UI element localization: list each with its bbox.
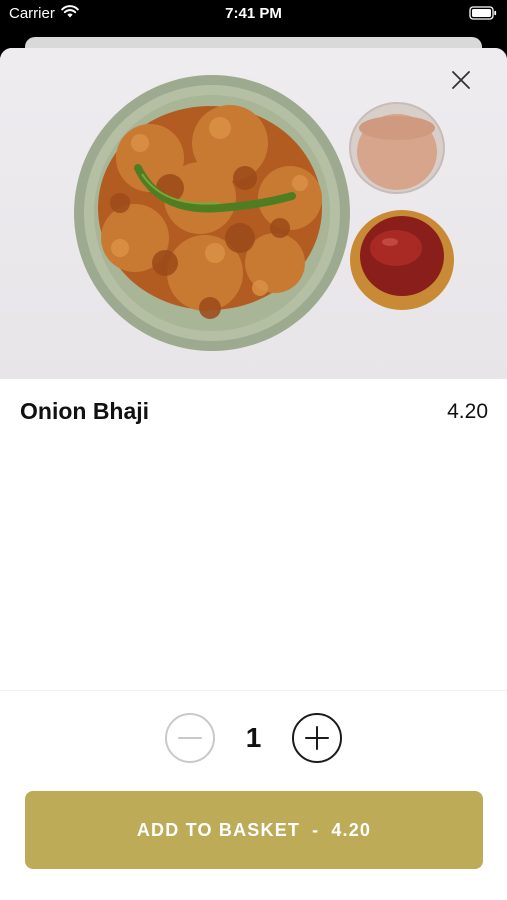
order-footer: 1 ADD TO BASKET - 4.20 xyxy=(0,690,507,900)
status-bar: Carrier 7:41 PM xyxy=(0,0,507,30)
close-icon xyxy=(452,71,470,89)
close-button[interactable] xyxy=(444,63,478,97)
product-price: 4.20 xyxy=(447,399,488,423)
add-button-price: 4.20 xyxy=(331,819,372,840)
add-to-basket-button[interactable]: ADD TO BASKET - 4.20 xyxy=(25,791,483,869)
quantity-value: 1 xyxy=(245,722,262,753)
quantity-stepper: 1 xyxy=(0,713,507,763)
battery-icon xyxy=(469,6,497,24)
product-name: Onion Bhaji xyxy=(20,398,150,424)
plus-icon xyxy=(305,726,329,750)
increase-quantity-button[interactable] xyxy=(292,713,342,763)
add-button-separator: - xyxy=(312,819,320,840)
decrease-quantity-button[interactable] xyxy=(165,713,215,763)
status-time: 7:41 PM xyxy=(225,5,282,22)
minus-icon xyxy=(178,737,202,739)
product-title-row: Onion Bhaji 4.20 xyxy=(20,398,488,425)
add-button-label: ADD TO BASKET xyxy=(136,819,301,840)
product-sheet: Onion Bhaji 4.20 1 ADD TO BASKET - 4.20 xyxy=(0,48,507,900)
food-photo xyxy=(0,48,507,379)
